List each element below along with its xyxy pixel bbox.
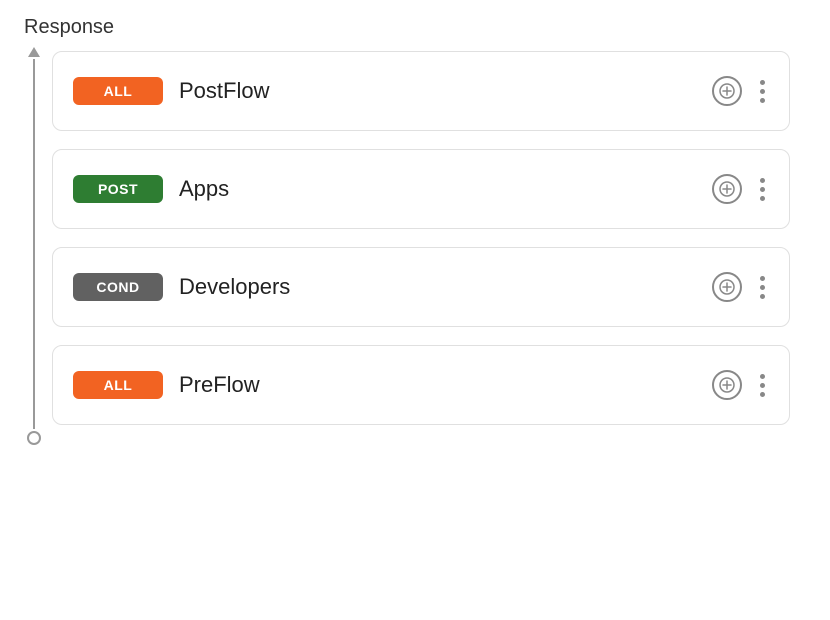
badge-postflow: ALL <box>73 77 163 105</box>
card-actions-apps <box>712 174 769 205</box>
card-title-developers: Developers <box>179 274 696 300</box>
card-apps: POST Apps <box>52 149 790 229</box>
card-actions-postflow <box>712 76 769 107</box>
card-title-postflow: PostFlow <box>179 78 696 104</box>
badge-apps: POST <box>73 175 163 203</box>
add-button-developers[interactable] <box>712 272 742 302</box>
card-postflow: ALL PostFlow <box>52 51 790 131</box>
timeline-container: ALL PostFlow POST Apps COND Developers ALL PreF… <box>0 47 830 445</box>
card-actions-preflow <box>712 370 769 401</box>
page-title: Response <box>0 0 830 47</box>
card-developers: COND Developers <box>52 247 790 327</box>
badge-preflow: ALL <box>73 371 163 399</box>
timeline-vert-line <box>33 59 35 429</box>
more-button-developers[interactable] <box>756 272 769 303</box>
badge-developers: COND <box>73 273 163 301</box>
card-actions-developers <box>712 272 769 303</box>
add-button-preflow[interactable] <box>712 370 742 400</box>
card-title-apps: Apps <box>179 176 696 202</box>
more-button-apps[interactable] <box>756 174 769 205</box>
add-button-postflow[interactable] <box>712 76 742 106</box>
more-button-postflow[interactable] <box>756 76 769 107</box>
card-preflow: ALL PreFlow <box>52 345 790 425</box>
card-title-preflow: PreFlow <box>179 372 696 398</box>
timeline-circle <box>27 431 41 445</box>
add-button-apps[interactable] <box>712 174 742 204</box>
timeline-line <box>24 47 44 445</box>
cards-container: ALL PostFlow POST Apps COND Developers ALL PreF… <box>52 47 830 445</box>
timeline-arrow <box>28 47 40 57</box>
more-button-preflow[interactable] <box>756 370 769 401</box>
